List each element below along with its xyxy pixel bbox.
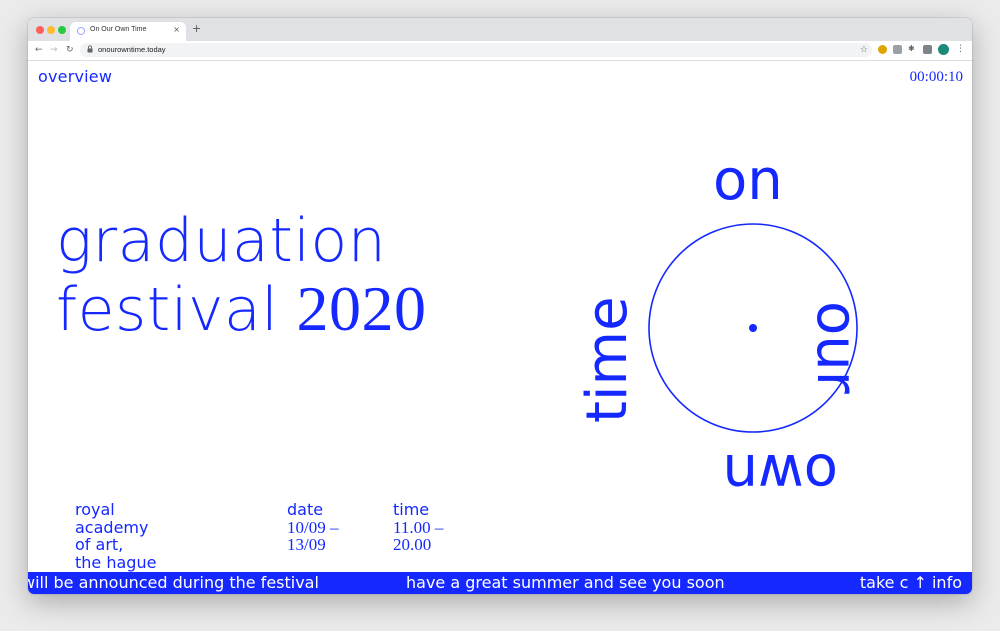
minimize-window-button[interactable] [47, 26, 55, 34]
page-title: graduation festival 2020 [56, 207, 426, 344]
lock-icon [87, 45, 93, 56]
date-info: date 10/09 – 13/09 [287, 501, 338, 554]
forward-arrow-icon[interactable]: → [50, 44, 58, 56]
ticker-info-link[interactable]: take c ↑ info [860, 572, 962, 594]
tab-on-our-own-time[interactable]: On Our Own Time × [70, 22, 186, 41]
title-year: 2020 [296, 273, 427, 344]
tab-title: On Our Own Time [90, 26, 147, 33]
browser-toolbar: ← → ↻ onourowntime.today ☆ ✱ ⋮ [28, 41, 972, 61]
new-tab-button[interactable]: + [192, 23, 201, 35]
browser-window: On Our Own Time × + ← → ↻ onourowntime.t… [28, 18, 972, 594]
ticker-text: will be announced during the festival [28, 573, 319, 592]
maximize-window-button[interactable] [58, 26, 66, 34]
venue-line: academy [75, 517, 149, 537]
countdown-timer: 00:00:10 [909, 69, 963, 85]
time-info: time 11.00 – 20.00 [393, 501, 443, 554]
title-word-festival: festival [56, 275, 279, 345]
reload-icon[interactable]: ↻ [66, 44, 74, 56]
clock-logo: on our own time [575, 148, 926, 507]
time-value: 11.00 – [393, 517, 444, 537]
logo-word-own: own [722, 441, 838, 506]
date-label: date [287, 500, 324, 519]
bookmark-star-icon[interactable]: ☆ [860, 44, 868, 56]
tab-close-icon[interactable]: × [173, 25, 180, 35]
favicon-icon [77, 27, 85, 35]
puzzle-icon[interactable]: ✱ [908, 43, 915, 55]
url-text: onourowntime.today [98, 45, 166, 54]
page-content: overview 00:00:10 graduation festival 202… [28, 61, 972, 594]
extension-icon[interactable] [893, 45, 902, 54]
time-value: 20.00 [393, 535, 432, 554]
menu-dots-icon[interactable]: ⋮ [956, 43, 965, 55]
date-value: 10/09 – [287, 517, 339, 537]
logo-word-our: our [804, 301, 869, 394]
tab-strip: On Our Own Time × + [28, 18, 972, 41]
news-ticker[interactable]: will be announced during the festival ha… [28, 572, 972, 594]
time-label: time [393, 500, 430, 519]
overview-link[interactable]: overview [38, 67, 112, 86]
date-value: 13/09 [287, 535, 326, 554]
extension-icon[interactable] [923, 45, 932, 54]
logo-word-time: time [575, 296, 640, 423]
venue-line: the hague [75, 552, 157, 572]
title-line-1: graduation [56, 206, 387, 276]
venue-line: of art, [75, 535, 124, 554]
extension-icon[interactable] [878, 45, 887, 54]
logo-word-on: on [713, 148, 783, 213]
close-window-button[interactable] [36, 26, 44, 34]
back-arrow-icon[interactable]: ← [35, 44, 43, 56]
title-line-2: festival 2020 [56, 273, 427, 345]
avatar[interactable] [938, 44, 949, 55]
address-bar[interactable]: onourowntime.today ☆ [80, 43, 872, 57]
venue-info: royal academy of art, the hague [75, 501, 156, 571]
venue-line: royal [75, 500, 115, 519]
ticker-text: have a great summer and see you soon [406, 573, 725, 592]
